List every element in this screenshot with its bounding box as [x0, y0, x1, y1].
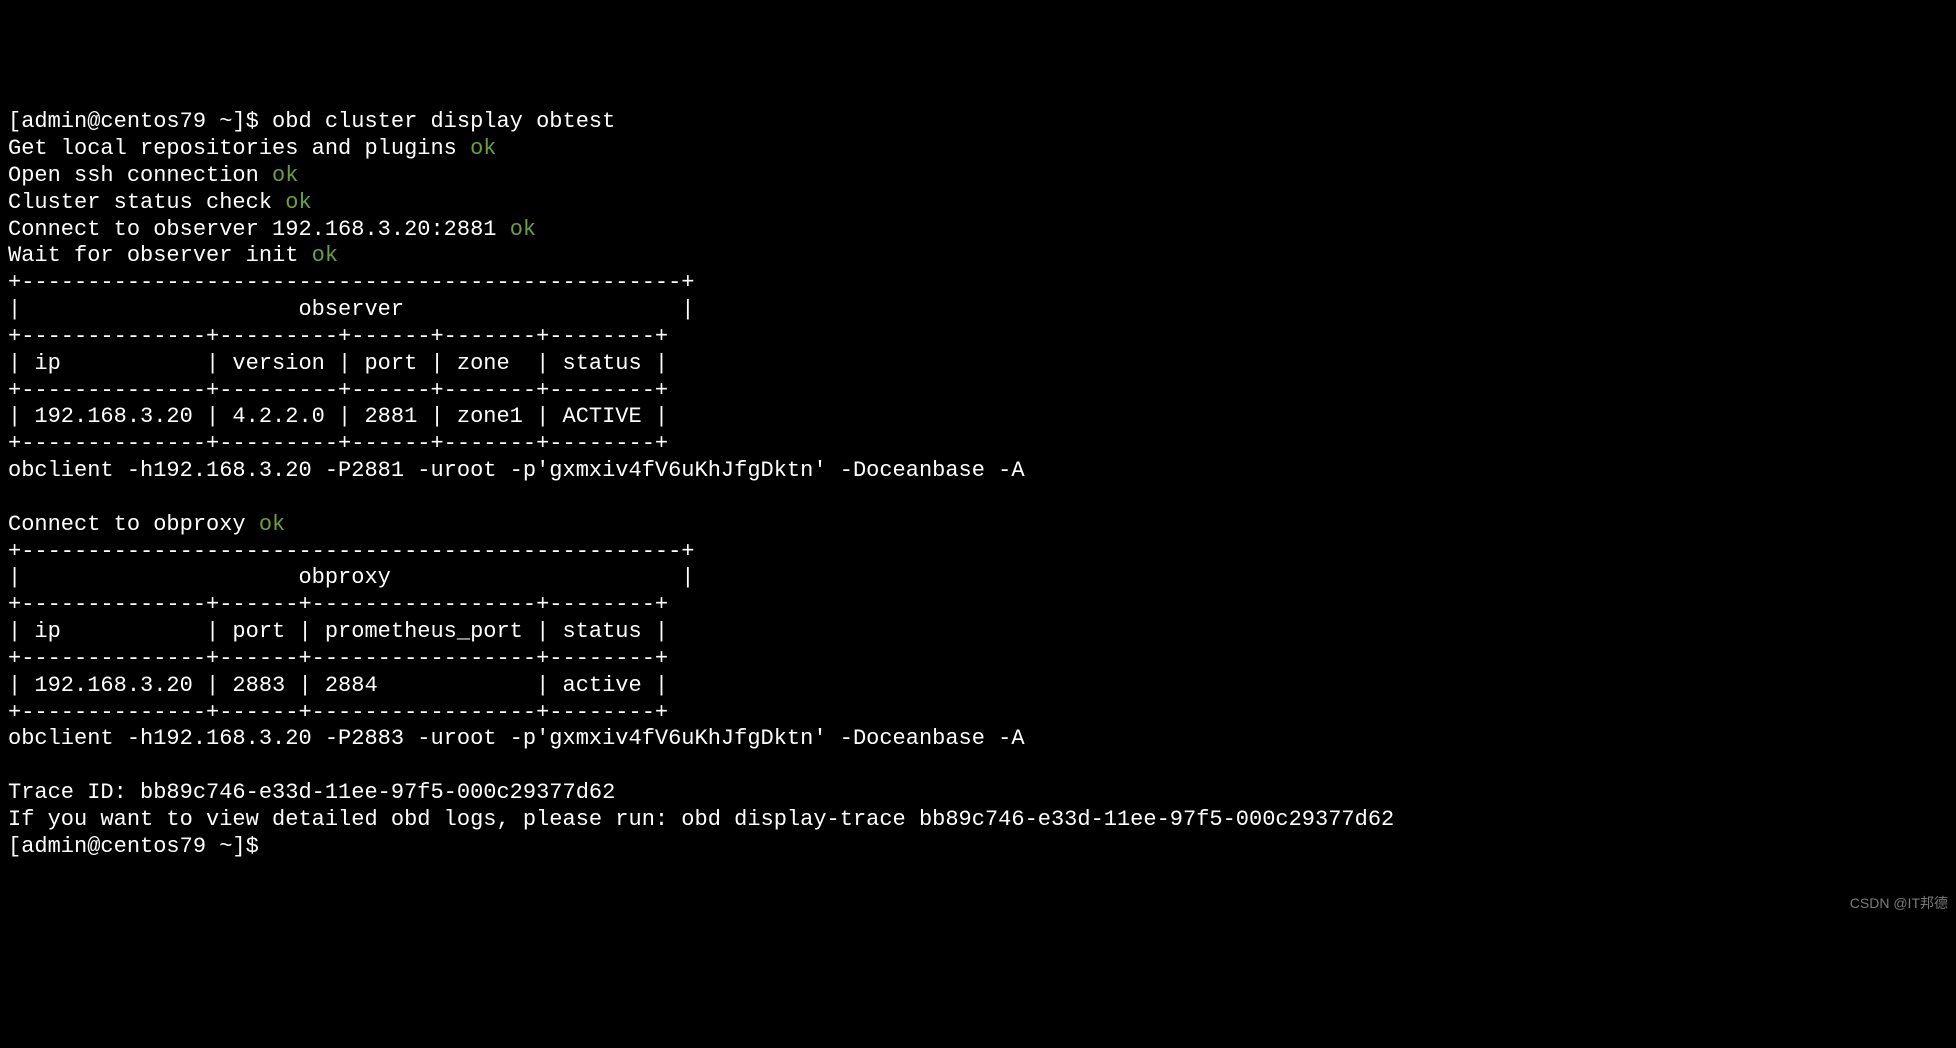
obproxy-table-border: +--------------+------+-----------------… [8, 646, 1948, 673]
csdn-watermark: CSDN @IT邦德 [1850, 895, 1948, 912]
ok-label: ok [272, 163, 298, 188]
ok-label: ok [510, 217, 536, 242]
obclient-command-1: obclient -h192.168.3.20 -P2881 -uroot -p… [8, 458, 1948, 485]
obproxy-table-row: | 192.168.3.20 | 2883 | 2884 | active | [8, 673, 1948, 700]
observer-table-border: +---------------------------------------… [8, 270, 1948, 297]
status-ssh: Open ssh connection ok [8, 163, 1948, 190]
observer-table-border: +--------------+---------+------+-------… [8, 431, 1948, 458]
obproxy-table-border: +--------------+------+-----------------… [8, 700, 1948, 727]
terminal-output: [admin@centos79 ~]$ obd cluster display … [8, 109, 1948, 860]
observer-table-border: +--------------+---------+------+-------… [8, 378, 1948, 405]
blank-line [8, 753, 1948, 780]
status-cluster: Cluster status check ok [8, 190, 1948, 217]
prompt-line-2[interactable]: [admin@centos79 ~]$ [8, 834, 1948, 861]
ok-label: ok [285, 190, 311, 215]
prompt-userhost: [admin@centos79 ~]$ [8, 834, 272, 859]
trace-id: Trace ID: bb89c746-e33d-11ee-97f5-000c29… [8, 780, 1948, 807]
observer-table-border: +--------------+---------+------+-------… [8, 324, 1948, 351]
blank-line [8, 485, 1948, 512]
status-repos: Get local repositories and plugins ok [8, 136, 1948, 163]
prompt-line-1[interactable]: [admin@centos79 ~]$ obd cluster display … [8, 109, 1948, 136]
obproxy-table-header: | ip | port | prometheus_port | status | [8, 619, 1948, 646]
ok-label: ok [470, 136, 496, 161]
status-observer-connect: Connect to observer 192.168.3.20:2881 ok [8, 217, 1948, 244]
prompt-userhost: [admin@centos79 ~]$ [8, 109, 272, 134]
status-observer-init: Wait for observer init ok [8, 243, 1948, 270]
obproxy-table-border: +--------------+------+-----------------… [8, 592, 1948, 619]
obproxy-table-border: +---------------------------------------… [8, 539, 1948, 566]
observer-table-row: | 192.168.3.20 | 4.2.2.0 | 2881 | zone1 … [8, 404, 1948, 431]
ok-label: ok [259, 512, 285, 537]
status-obproxy-connect: Connect to obproxy ok [8, 512, 1948, 539]
observer-table-header: | ip | version | port | zone | status | [8, 351, 1948, 378]
ok-label: ok [312, 243, 338, 268]
command-text: obd cluster display obtest [272, 109, 615, 134]
observer-table-title: | observer | [8, 297, 1948, 324]
trace-hint: If you want to view detailed obd logs, p… [8, 807, 1948, 834]
obproxy-table-title: | obproxy | [8, 565, 1948, 592]
obclient-command-2: obclient -h192.168.3.20 -P2883 -uroot -p… [8, 726, 1948, 753]
